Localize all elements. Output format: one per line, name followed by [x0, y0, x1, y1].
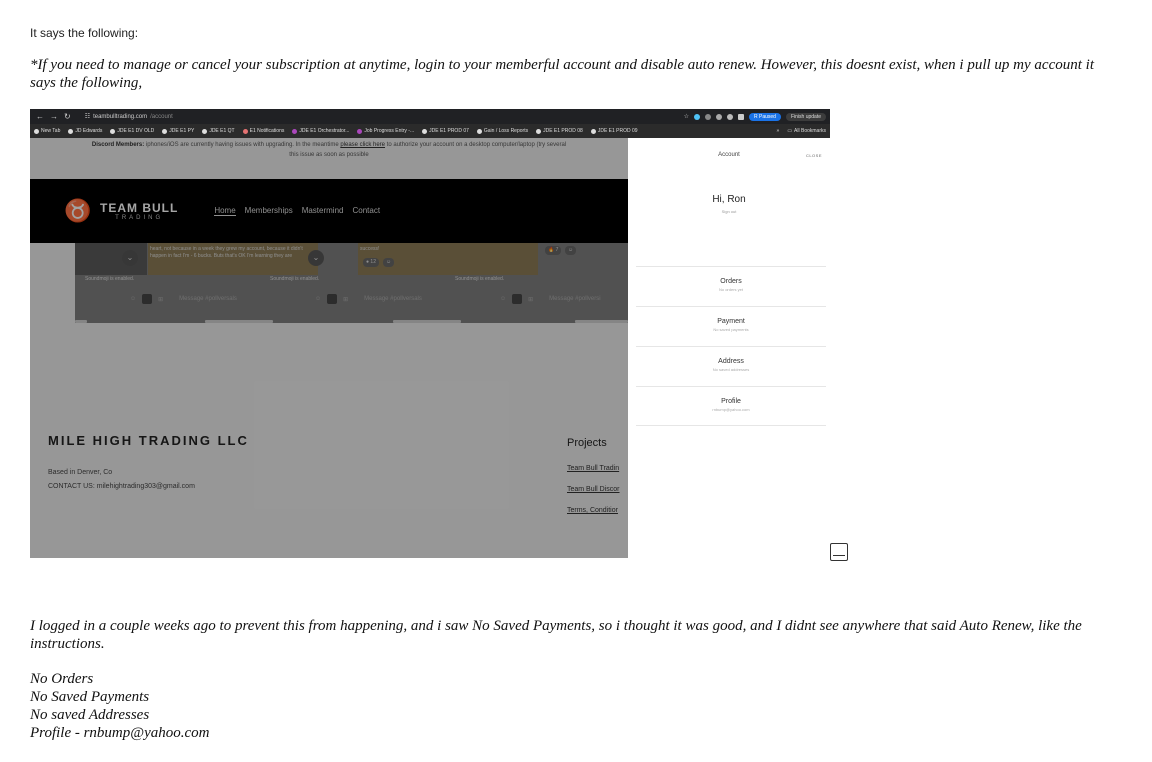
folder-icon: ▭	[787, 128, 793, 134]
list-item: No saved Addresses	[30, 707, 150, 723]
modal-overlay[interactable]	[30, 138, 628, 558]
bookmark[interactable]: JDE E1 DV OLD	[110, 128, 154, 134]
bookmark-icon	[536, 128, 542, 134]
account-panel: Account CLOSE Hi, Ron Sign out Orders No…	[628, 138, 830, 558]
close-button[interactable]: CLOSE	[806, 153, 822, 158]
more-bookmarks-button[interactable]: »	[777, 128, 780, 134]
back-icon[interactable]: ←	[36, 112, 44, 121]
bookmark[interactable]: JDE E1 PROD 08	[536, 128, 583, 134]
quoted-instructions: *If you need to manage or cancel your su…	[30, 57, 1094, 91]
bookmark-icon	[590, 128, 596, 134]
bookmark[interactable]: JD Edwards	[68, 128, 102, 134]
bookmark[interactable]: New Tab	[34, 128, 60, 134]
list-item: Profile - rnbump@yahoo.com	[30, 725, 210, 741]
bookmark[interactable]: Job Progress Entry -...	[357, 128, 414, 134]
list-item: No Saved Payments	[30, 689, 150, 705]
site-info-icon[interactable]: ☷	[85, 113, 90, 120]
bookmark[interactable]: JDE E1 PROD 09	[590, 128, 638, 134]
bookmark[interactable]: JDE E1 QT	[202, 128, 235, 134]
reload-icon[interactable]: ↻	[64, 112, 71, 121]
bookmark-icon	[357, 128, 363, 134]
bookmark-icon	[110, 128, 116, 134]
image-resize-icon[interactable]	[830, 543, 848, 561]
extensions-icon[interactable]	[726, 113, 733, 120]
bookmark[interactable]: JDE E1 Orchestrator...	[292, 128, 349, 134]
bookmark-icon	[162, 128, 168, 134]
all-bookmarks-button[interactable]: ▭ All Bookmarks	[787, 128, 826, 134]
bookmark[interactable]: E1 Notifications	[242, 128, 284, 134]
greeting: Hi, Ron	[712, 194, 746, 205]
bookmark[interactable]: Gain / Loss Reports	[476, 128, 528, 134]
embedded-screenshot: ← → ↻ ☷ teambulltrading.com/account ☆ R …	[30, 109, 830, 558]
bookmarks-bar: New Tab JD Edwards JDE E1 DV OLD JDE E1 …	[30, 124, 830, 138]
extension-icon[interactable]	[693, 113, 700, 120]
bookmark[interactable]: JDE E1 PY	[162, 128, 194, 134]
panel-item-orders[interactable]: Orders No orders yet	[636, 266, 826, 306]
extension-icon[interactable]	[704, 113, 711, 120]
profile-button[interactable]: R Paused	[748, 112, 781, 121]
bookmark-icon	[292, 128, 298, 134]
address-bar[interactable]: ☷ teambulltrading.com/account	[85, 113, 173, 121]
finish-update-button[interactable]: Finish update	[785, 112, 826, 121]
bookmark-icon	[34, 128, 39, 134]
bookmark-icon	[202, 128, 208, 134]
summary-list: No Orders No Saved Payments No saved Add…	[30, 670, 209, 742]
star-icon[interactable]: ☆	[684, 113, 689, 120]
signout-link[interactable]: Sign out	[628, 209, 830, 214]
intro-text: It says the following:	[30, 26, 139, 40]
panel-item-profile[interactable]: Profile rnbump@yahoo.com	[636, 386, 826, 426]
browser-toolbar: ← → ↻ ☷ teambulltrading.com/account ☆ R …	[30, 109, 830, 124]
panel-title: Account	[718, 152, 740, 158]
list-item: No Orders	[30, 671, 94, 687]
bookmark[interactable]: JDE E1 PROD 07	[422, 128, 469, 134]
panel-item-payment[interactable]: Payment No saved payments	[636, 306, 826, 346]
bookmark-icon	[242, 128, 248, 134]
extension-icon[interactable]	[715, 113, 722, 120]
explanation-paragraph: I logged in a couple weeks ago to preven…	[30, 618, 1082, 652]
website-page: Discord Members: iphones/iOS are current…	[30, 138, 628, 558]
bookmark-icon	[422, 128, 428, 134]
bookmark-icon	[476, 128, 482, 134]
panel-item-address[interactable]: Address No saved addresses	[636, 346, 826, 386]
bookmark-icon	[68, 128, 74, 134]
forward-icon[interactable]: →	[50, 112, 58, 121]
sidepanel-icon[interactable]	[737, 113, 744, 120]
